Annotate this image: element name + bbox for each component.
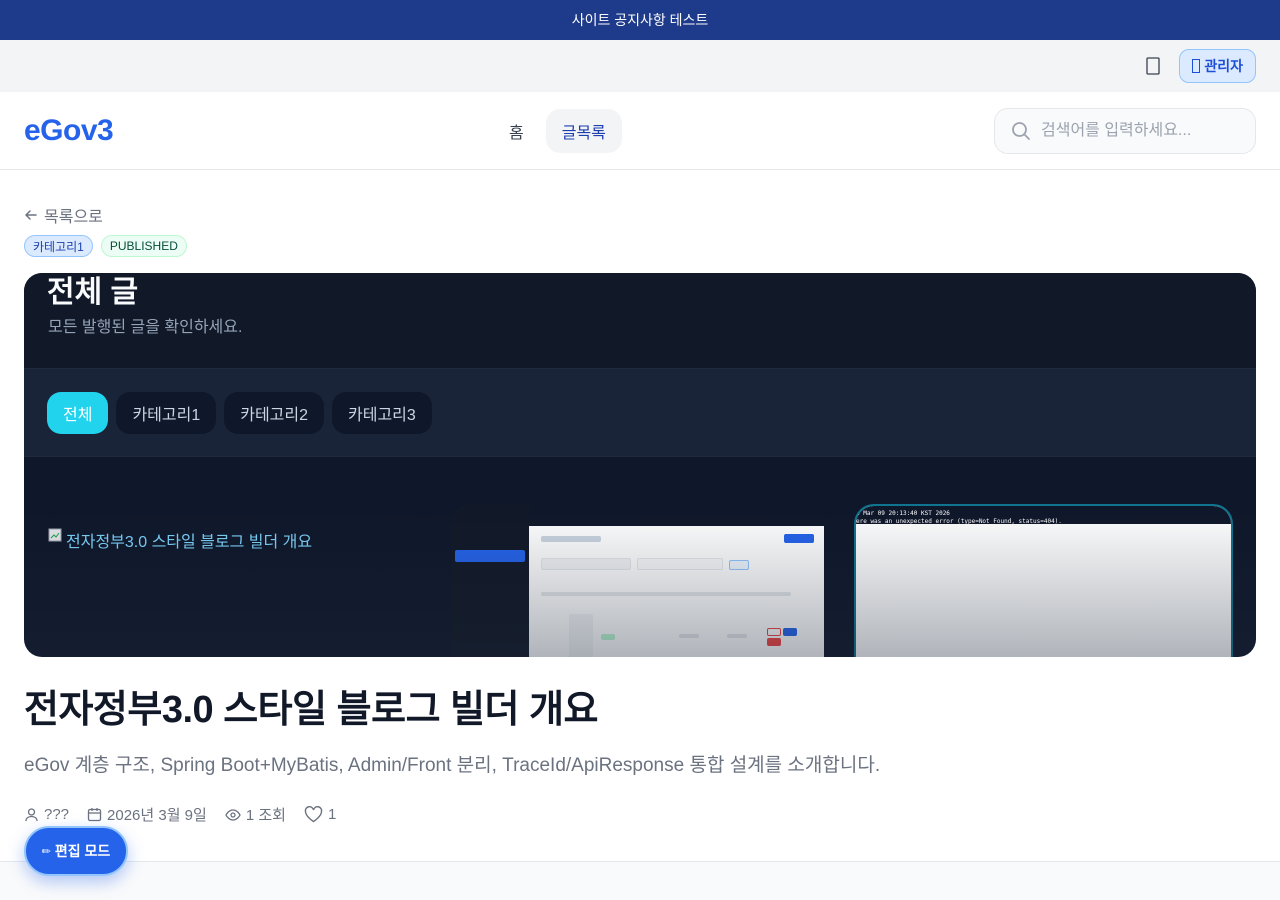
user-icon <box>1192 59 1201 73</box>
mini-admin-sidebar <box>451 504 529 657</box>
search-icon <box>1012 122 1030 140</box>
bell-icon[interactable] <box>1143 56 1163 76</box>
category-tag[interactable]: 카테고리1 <box>24 235 93 257</box>
site-logo[interactable]: eGov3 <box>24 114 114 148</box>
meta-author: ??? <box>24 806 69 823</box>
admin-button[interactable]: 관리자 <box>1179 49 1256 83</box>
hero-image: 전체 글 모든 발행된 글을 확인하세요. 전체 카테고리1 카테고리2 카테고… <box>24 273 1256 657</box>
terminal-line-1: a Mar 09 20:13:40 KST 2026 <box>856 510 950 517</box>
nav-home[interactable]: 홈 <box>493 109 540 153</box>
meta-views: 1 조회 <box>225 804 286 825</box>
utility-bar: 관리자 <box>0 40 1280 92</box>
broken-image-icon <box>48 528 62 542</box>
like-count: 1 <box>327 806 337 823</box>
broken-image-alt-text: 전자정부3.0 스타일 블로그 빌더 개요 <box>66 534 313 551</box>
meta-author-text: ??? <box>44 806 70 823</box>
hero-screenshot-subtitle: 모든 발행된 글을 확인하세요. <box>48 319 243 336</box>
like-button[interactable]: 1 <box>304 806 336 823</box>
hero-screenshot-cards: 전자정부3.0 스타일 블로그 빌더 개요 a Mar 09 20:13:40 … <box>48 504 1233 657</box>
notice-text: 사이트 공지사항 테스트 <box>571 12 709 28</box>
main-nav: 홈 글목록 <box>493 109 622 153</box>
post-excerpt: eGov 계층 구조, Spring Boot+MyBatis, Admin/F… <box>24 755 881 776</box>
hero-screenshot-title: 전체 글 <box>47 276 139 309</box>
user-icon <box>25 808 38 822</box>
admin-label: 관리자 <box>1204 58 1243 74</box>
hero-card-admin-screenshot <box>451 504 830 657</box>
pencil-icon: ✏ <box>41 845 51 858</box>
comments-section-divider <box>0 861 1280 900</box>
meta-views-text: 1 조회 <box>245 807 286 824</box>
terminal-output: a Mar 09 20:13:40 KST 2026 ere was an un… <box>856 506 1231 525</box>
calendar-icon <box>87 808 102 822</box>
back-label: 목록으로 <box>44 209 103 226</box>
site-header: eGov3 홈 글목록 <box>0 92 1280 170</box>
hero-screenshot-tabs: 전체 카테고리1 카테고리2 카테고리3 <box>24 368 1256 457</box>
terminal-line-2: ere was an unexpected error (type=Not Fo… <box>856 518 1062 525</box>
hero-tab-all: 전체 <box>47 391 109 434</box>
hero-card-broken-image: 전자정부3.0 스타일 블로그 빌더 개요 <box>48 504 427 657</box>
hero-tab-category2: 카테고리2 <box>224 391 325 434</box>
hero-tab-category1: 카테고리1 <box>116 391 217 434</box>
edit-mode-label: 편집 모드 <box>54 843 111 859</box>
meta-date: 2026년 3월 9일 <box>87 804 207 825</box>
hero-tab-category3: 카테고리3 <box>332 391 432 434</box>
heart-icon <box>304 806 323 823</box>
site-notice-bar: 사이트 공지사항 테스트 <box>0 0 1280 40</box>
search-box <box>994 108 1256 154</box>
search-input[interactable] <box>1041 122 1231 140</box>
post-meta: ??? 2026년 3월 9일 1 조회 1 <box>24 804 1256 825</box>
broken-image-alt: 전자정부3.0 스타일 블로그 빌더 개요 <box>48 528 312 552</box>
hero-screenshot-header: 전체 글 모든 발행된 글을 확인하세요. <box>24 273 1256 368</box>
status-badge: PUBLISHED <box>100 235 187 257</box>
hero-card-error-screenshot: a Mar 09 20:13:40 KST 2026 ere was an un… <box>854 504 1233 657</box>
post-tags: 카테고리1 PUBLISHED <box>24 235 1256 257</box>
post-title: 전자정부3.0 스타일 블로그 빌더 개요 <box>24 689 599 731</box>
mini-admin-table <box>529 526 824 657</box>
meta-date-text: 2026년 3월 9일 <box>107 807 207 824</box>
edit-mode-button[interactable]: ✏ 편집 모드 <box>24 826 128 876</box>
eye-icon <box>225 808 241 821</box>
nav-post-list[interactable]: 글목록 <box>545 109 622 153</box>
post-detail: 목록으로 카테고리1 PUBLISHED 전체 글 모든 발행된 글을 확인하세… <box>0 204 1280 825</box>
back-to-list-link[interactable]: 목록으로 <box>24 204 1256 226</box>
arrow-left-icon <box>25 210 37 220</box>
